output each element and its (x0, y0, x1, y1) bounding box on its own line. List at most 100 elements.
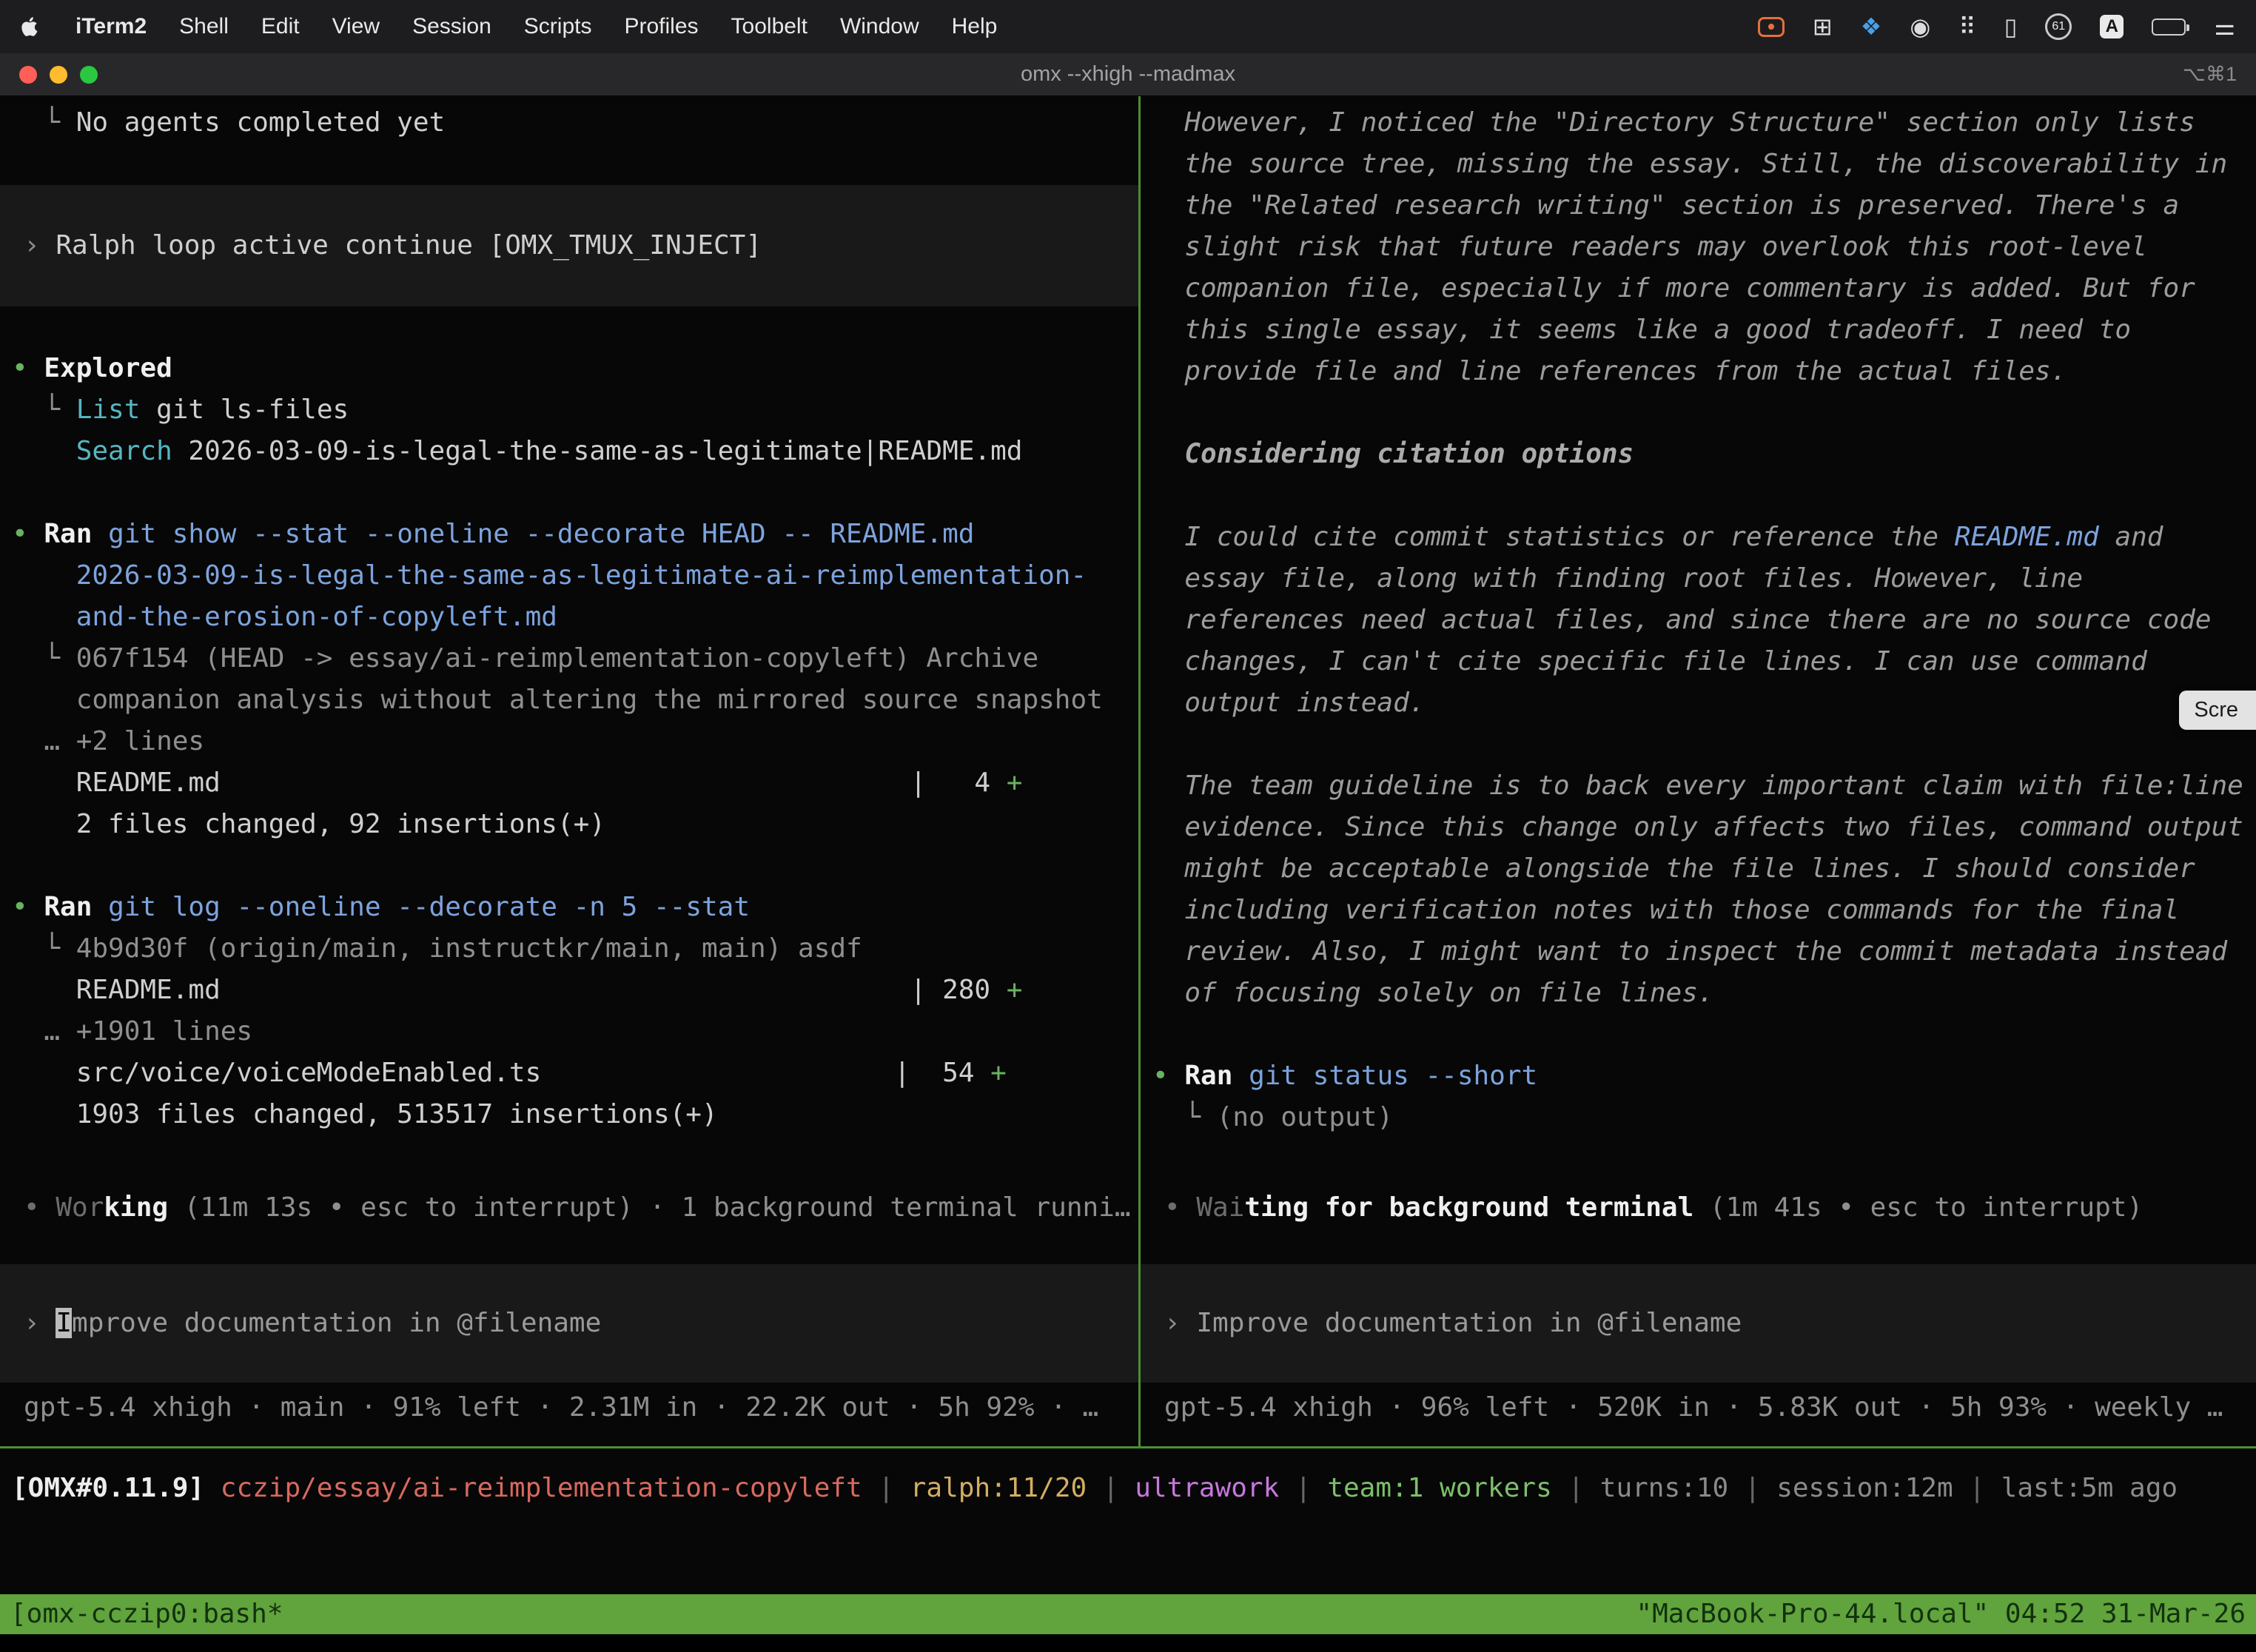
text-segment: The team guideline is to back every impo… (1184, 770, 2256, 1008)
terminal-line: • Waiting for background terminal (1m 41… (1152, 1187, 2244, 1229)
dots-grid-icon[interactable]: ⠿ (1958, 13, 1975, 41)
text-segment: README.md | 280 (12, 975, 1007, 1005)
text-segment: └ (no output) (1152, 1102, 1393, 1132)
text-segment: └ 4b9d30f (origin/main, instructkr/main,… (12, 933, 862, 964)
text-segment: turns:10 (1600, 1473, 1728, 1503)
terminal-line: 2 files changed, 92 insertions(+) (0, 804, 1138, 845)
menu-bar-item[interactable]: Shell (179, 14, 229, 39)
text-segment: 2 files changed, 92 insertions(+) (12, 809, 605, 839)
text-segment: | (1279, 1473, 1327, 1503)
text-segment: No agents completed yet (76, 107, 446, 138)
waiting-status-line: • Waiting for background terminal (1m 41… (1141, 1187, 2256, 1229)
terminal-area: └ No agents completed yet › Ralph loop a… (0, 96, 2256, 1446)
screen-notification-overlay[interactable]: Scre (2179, 691, 2256, 730)
text-segment: last:5m ago (2001, 1473, 2178, 1503)
text-segment: | (1953, 1473, 2001, 1503)
menu-bar-item[interactable]: Toolbelt (731, 14, 808, 39)
battery-icon[interactable] (2152, 19, 2186, 36)
menu-bar-item[interactable]: Scripts (524, 14, 592, 39)
text-segment: | (1728, 1473, 1776, 1503)
terminal-line: └ List git ls-files (0, 389, 1138, 431)
left-terminal-pane[interactable]: └ No agents completed yet › Ralph loop a… (0, 96, 1138, 1446)
text-segment: companion analysis without altering the … (12, 685, 1103, 715)
terminal-line (1141, 724, 2256, 765)
text-segment: Search (76, 436, 172, 466)
text-segment: Improve documentation in @filename (1196, 1308, 1742, 1338)
display-icon[interactable]: ▯ (2004, 13, 2018, 41)
terminal-line: Considering citation options (1141, 434, 2256, 475)
text-segment: README.md | 4 (12, 768, 1007, 798)
text-segment: | (1552, 1473, 1600, 1503)
text-segment: session:12m (1776, 1473, 1953, 1503)
text-segment: 2026-03-09-is-legal-the-same-as-legitima… (12, 560, 1087, 591)
text-segment: [OMX#0.11.9] (12, 1473, 221, 1503)
terminal-line: src/voice/voiceModeEnabled.ts | 54 + (0, 1052, 1138, 1094)
right-pane-output: However, I noticed the "Directory Struct… (1141, 96, 2256, 1138)
text-segment: • Wor (24, 1192, 104, 1223)
model-status-line: gpt-5.4 xhigh · 96% left · 520K in · 5.8… (1141, 1387, 2256, 1428)
macos-menu-bar: iTerm2 Shell Edit View Session Scripts Profile… (0, 0, 2256, 53)
control-center-icon[interactable]: ⚌ (2214, 13, 2235, 41)
terminal-line: └ 4b9d30f (origin/main, instructkr/main,… (0, 928, 1138, 970)
window-title-bar: omx --xhigh --madmax ⌥⌘1 (0, 53, 2256, 96)
terminal-line: • Explored (0, 348, 1138, 389)
text-segment: └ (12, 107, 76, 138)
text-segment: • (12, 353, 44, 383)
input-source-icon[interactable]: A (2100, 15, 2124, 38)
text-segment: + (990, 1058, 1007, 1088)
terminal-line: └ No agents completed yet (0, 102, 1138, 144)
text-segment: • (1152, 1061, 1184, 1091)
battery-percent-ring-icon[interactable]: 61 (2045, 13, 2072, 40)
terminal-line: However, I noticed the "Directory Struct… (1141, 102, 2256, 392)
left-pane-bottom: • Working (11m 13s • esc to interrupt) ·… (0, 1187, 1138, 1446)
terminal-line: [OMX#0.11.9] cczip/essay/ai-reimplementa… (0, 1468, 2256, 1509)
text-segment: (11m 13s • esc to interrupt) · 1 backgro… (168, 1192, 1130, 1223)
text-segment: Ran (44, 892, 92, 922)
screen-recording-icon[interactable] (1758, 17, 1785, 37)
model-status-line: gpt-5.4 xhigh · main · 91% left · 2.31M … (0, 1387, 1138, 1428)
blue-app-icon[interactable]: ❖ (1861, 13, 1882, 41)
menu-bar-status-icons: ⊞ ❖ ◉ ⠿ ▯ 61 A ⚌ (1758, 13, 2235, 41)
text-segment: I could cite commit statistics or refere… (1184, 522, 1954, 552)
terminal-line: README.md | 280 + (0, 970, 1138, 1011)
text-segment: Ralph loop active continue [OMX_TMUX_INJ… (56, 230, 762, 261)
right-pane-bottom: • Waiting for background terminal (1m 41… (1141, 1187, 2256, 1446)
text-segment: › (24, 230, 56, 261)
injected-prompt-box: › Ralph loop active continue [OMX_TMUX_I… (0, 185, 1138, 306)
menu-bar-item[interactable]: Profiles (624, 14, 698, 39)
menu-bar-item[interactable]: Window (840, 14, 919, 39)
text-segment: and-the-erosion-of-copyleft.md (12, 602, 557, 632)
text-segment: … +2 lines (12, 726, 204, 756)
terminal-line: • Working (11m 13s • esc to interrupt) ·… (12, 1187, 1127, 1229)
menu-bar-item[interactable]: View (332, 14, 380, 39)
menu-bar-item[interactable]: Edit (261, 14, 300, 39)
text-segment: git status --short (1232, 1061, 1537, 1091)
terminal-line (1141, 1014, 2256, 1055)
text-segment: team:1 workers (1327, 1473, 1551, 1503)
window-grid-icon[interactable]: ⊞ (1813, 13, 1833, 41)
prompt-input[interactable]: › Improve documentation in @filename (1141, 1264, 2256, 1383)
text-segment: Considering citation options (1184, 439, 1634, 469)
apple-menu-icon[interactable] (21, 14, 43, 39)
tmux-status-bar: [omx-cczip0:bash* "MacBook-Pro-44.local"… (0, 1594, 2256, 1634)
menu-bar-item[interactable]: iTerm2 (75, 14, 147, 39)
right-terminal-pane[interactable]: However, I noticed the "Directory Struct… (1141, 96, 2256, 1446)
menu-bar-items: iTerm2 Shell Edit View Session Scripts Profile… (75, 14, 997, 39)
terminal-line: › Improve documentation in @filename (12, 1303, 613, 1344)
text-segment: … +1901 lines (12, 1016, 252, 1047)
text-segment: 1903 files changed, 513517 insertions(+) (12, 1099, 718, 1129)
terminal-line: • Ran git show --stat --oneline --decora… (0, 514, 1138, 555)
text-segment (12, 436, 76, 466)
text-segment: src/voice/voiceModeEnabled.ts | 54 (12, 1058, 990, 1088)
prompt-input[interactable]: › Improve documentation in @filename (0, 1264, 1138, 1383)
menu-bar-item[interactable]: Session (412, 14, 491, 39)
text-segment: gpt-5.4 xhigh · 96% left · 520K in · 5.8… (1164, 1392, 2223, 1423)
text-segment: gpt-5.4 xhigh · main · 91% left · 2.31M … (24, 1392, 1098, 1423)
text-segment: ting for background terminal (1244, 1192, 1693, 1223)
terminal-line: and-the-erosion-of-copyleft.md (0, 597, 1138, 638)
text-segment: ultrawork (1135, 1473, 1279, 1503)
menu-bar-item[interactable]: Help (952, 14, 998, 39)
terminal-line: › Ralph loop active continue [OMX_TMUX_I… (12, 225, 1127, 266)
text-segment: However, I noticed the "Directory Struct… (1184, 107, 2243, 386)
round-app-icon[interactable]: ◉ (1910, 13, 1930, 41)
